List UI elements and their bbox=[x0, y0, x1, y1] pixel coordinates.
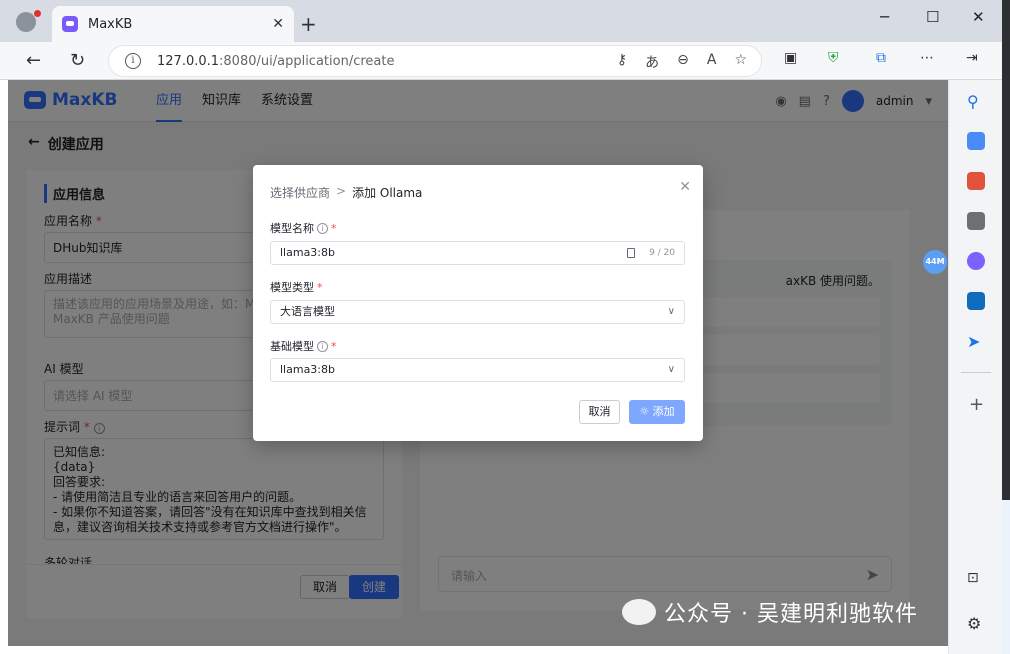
close-icon[interactable]: ✕ bbox=[679, 179, 691, 195]
notification-dot bbox=[34, 10, 41, 17]
crumb-select-provider[interactable]: 选择供应商 bbox=[270, 184, 330, 201]
outlook-icon[interactable] bbox=[967, 292, 985, 310]
browser-tab[interactable]: MaxKB ✕ bbox=[52, 6, 294, 42]
help-circle-icon: i bbox=[317, 222, 328, 234]
refresh-icon[interactable]: ↻ bbox=[70, 50, 85, 71]
zoom-out-icon[interactable]: ⊖ bbox=[677, 52, 689, 72]
new-tab-icon[interactable]: + bbox=[300, 12, 317, 36]
base-model-select[interactable]: llama3:8b ∨ bbox=[270, 358, 685, 382]
browser-tabbar: MaxKB ✕ + ─ ☐ ✕ bbox=[0, 0, 1010, 42]
crumb-add-ollama: 添加 Ollama bbox=[352, 186, 423, 200]
add-icon[interactable]: + bbox=[969, 394, 984, 415]
shopping-tag-icon[interactable] bbox=[967, 132, 985, 150]
model-name-input[interactable]: llama3:8b 9 / 20 bbox=[270, 241, 685, 265]
more-menu-icon[interactable]: ⋯ bbox=[920, 50, 934, 66]
minimize-icon[interactable]: ─ bbox=[880, 8, 889, 26]
tab-title: MaxKB bbox=[88, 16, 133, 32]
copilot-icon[interactable] bbox=[967, 252, 985, 270]
chevron-down-icon: ∨ bbox=[667, 306, 675, 317]
favorite-star-icon[interactable]: ☆ bbox=[734, 52, 747, 72]
shield-icon[interactable]: ⛨ bbox=[828, 50, 839, 66]
add-ollama-dialog: 选择供应商 > 添加 Ollama ✕ 模型名称 i * llama3:8b 9 /… bbox=[253, 165, 703, 441]
help-circle-icon: i bbox=[317, 340, 328, 352]
address-bar: ← ↻ i 127.0.0.1:8080/ui/application/crea… bbox=[0, 42, 1010, 80]
breadcrumb: 选择供应商 > 添加 Ollama bbox=[270, 184, 423, 201]
back-icon[interactable]: ← bbox=[26, 50, 41, 71]
read-aloud-icon[interactable]: A bbox=[707, 52, 717, 72]
char-counter: 9 / 20 bbox=[649, 248, 675, 258]
browser-sidebar: ⚲ ➤ + ⊡ ⚙ bbox=[948, 80, 1002, 654]
model-name-label: 模型名称 i * bbox=[270, 221, 337, 236]
url-text: 127.0.0.1:8080/ui/application/create bbox=[157, 53, 395, 69]
memory-badge: 44M bbox=[923, 250, 947, 274]
games-icon[interactable] bbox=[967, 212, 985, 230]
maximize-icon[interactable]: ☐ bbox=[926, 8, 939, 26]
translate-icon[interactable]: あ bbox=[645, 52, 659, 72]
tools-icon[interactable] bbox=[967, 172, 985, 190]
sidebar-divider bbox=[961, 372, 991, 373]
extension-icon[interactable]: ▣ bbox=[784, 50, 797, 66]
site-info-icon[interactable]: i bbox=[125, 53, 141, 69]
search-icon[interactable]: ⚲ bbox=[967, 92, 985, 111]
tab-close-icon[interactable]: ✕ bbox=[272, 16, 284, 32]
background-window bbox=[1002, 500, 1010, 654]
key-icon[interactable]: ⚷ bbox=[617, 52, 627, 72]
dialog-add-button[interactable]: ☼ 添加 bbox=[629, 400, 685, 424]
model-type-label: 模型类型 * bbox=[270, 280, 323, 295]
base-model-label: 基础模型 i * bbox=[270, 339, 337, 354]
profile-icon[interactable] bbox=[16, 12, 36, 32]
wechat-icon bbox=[622, 599, 656, 625]
edge-collections-icon[interactable]: ⧉ bbox=[876, 50, 886, 66]
model-type-select[interactable]: 大语言模型 ∨ bbox=[270, 300, 685, 324]
send-icon[interactable]: ➤ bbox=[967, 332, 985, 351]
maxkb-favicon-icon bbox=[62, 16, 78, 32]
gear-icon[interactable]: ⚙ bbox=[967, 614, 985, 633]
sidebar-toggle-icon[interactable]: ⇥ bbox=[966, 50, 978, 66]
close-window-icon[interactable]: ✕ bbox=[972, 8, 985, 26]
dialog-cancel-button[interactable]: 取消 bbox=[579, 400, 620, 424]
screenshot-icon[interactable]: ⊡ bbox=[967, 570, 985, 588]
watermark: 公众号 · 吴建明利驰软件 bbox=[622, 596, 918, 628]
clipboard-icon bbox=[627, 248, 636, 258]
url-field[interactable]: i 127.0.0.1:8080/ui/application/create ⚷… bbox=[108, 45, 762, 77]
chevron-down-icon: ∨ bbox=[667, 364, 675, 375]
